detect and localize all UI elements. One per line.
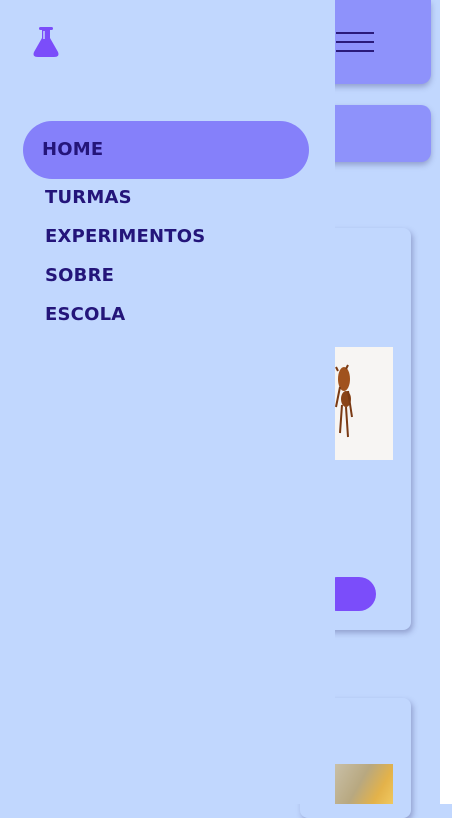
nav-item-label: ESCOLA	[45, 304, 126, 325]
ant-image-icon	[335, 364, 353, 438]
flask-icon[interactable]	[32, 26, 60, 58]
nav-item-label: HOME	[42, 139, 104, 160]
nav-item-home[interactable]: HOME	[23, 121, 309, 179]
navigation-drawer: HOME TURMAS EXPERIMENTOS SOBRE ESCOLA	[0, 0, 335, 804]
nav-item-turmas[interactable]: TURMAS	[45, 187, 132, 208]
card-image	[334, 347, 393, 460]
nav-item-experimentos[interactable]: EXPERIMENTOS	[45, 226, 205, 247]
nav-item-sobre[interactable]: SOBRE	[45, 265, 114, 286]
hamburger-menu-icon[interactable]	[336, 32, 374, 54]
nav-item-label: SOBRE	[45, 265, 115, 286]
nav-item-label: EXPERIMENTOS	[45, 226, 206, 247]
page-edge	[440, 0, 452, 804]
nav-item-label: TURMAS	[45, 187, 132, 208]
nav-item-escola[interactable]: ESCOLA	[45, 304, 125, 325]
card-2-image	[334, 764, 393, 804]
